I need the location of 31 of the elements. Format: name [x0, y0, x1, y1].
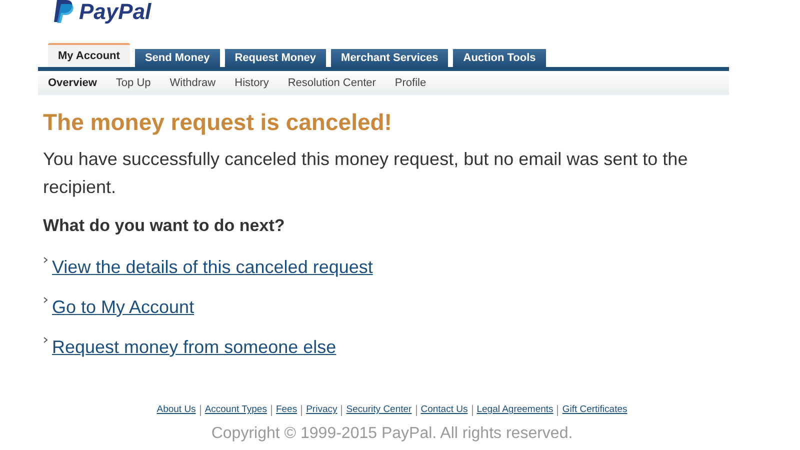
chevron-icon: [43, 337, 48, 343]
page-heading: The money request is canceled!: [43, 108, 393, 137]
next-step-link[interactable]: Request money from someone else: [52, 334, 336, 361]
subnav-link[interactable]: History: [234, 74, 269, 92]
footer-link[interactable]: Privacy: [306, 403, 338, 418]
subnav-link[interactable]: Profile: [394, 74, 426, 92]
logo-text: PayPal: [79, 0, 152, 24]
chevron-icon: [43, 297, 48, 303]
nav-tab[interactable]: My Account: [48, 43, 130, 67]
subnav-link[interactable]: Overview: [48, 74, 97, 92]
nav-tab[interactable]: Auction Tools: [453, 49, 546, 67]
nav-tab[interactable]: Send Money: [134, 49, 220, 67]
footer-link[interactable]: Gift Certificates: [562, 403, 628, 418]
next-step-link[interactable]: Go to My Account: [52, 294, 194, 321]
footer-link[interactable]: Security Center: [346, 403, 412, 418]
nav-tab[interactable]: Merchant Services: [331, 49, 448, 67]
footer-link[interactable]: Contact Us: [420, 403, 468, 418]
subnav-link[interactable]: Resolution Center: [288, 74, 376, 92]
section-heading: What do you want to do next?: [43, 214, 286, 236]
chevron-icon: [43, 257, 48, 263]
footer-link[interactable]: About Us: [156, 403, 196, 418]
footer-link[interactable]: Legal Agreements: [476, 403, 554, 418]
message-text: You have successfully canceled this money request, but no email was sent to the recipient.: [43, 148, 689, 199]
footer-link[interactable]: Account Types: [204, 403, 267, 418]
logo-icon: [53, 0, 75, 24]
subnav-link[interactable]: Withdraw: [170, 74, 216, 92]
footer-link[interactable]: Fees: [276, 403, 298, 418]
nav-tab[interactable]: Request Money: [224, 49, 326, 67]
next-step-link[interactable]: View the details of this canceled request: [52, 254, 373, 281]
copyright-text: Copyright © 1999-2015 PayPal. All rights reserved.: [211, 424, 573, 444]
subnav-link[interactable]: Top Up: [116, 74, 151, 92]
